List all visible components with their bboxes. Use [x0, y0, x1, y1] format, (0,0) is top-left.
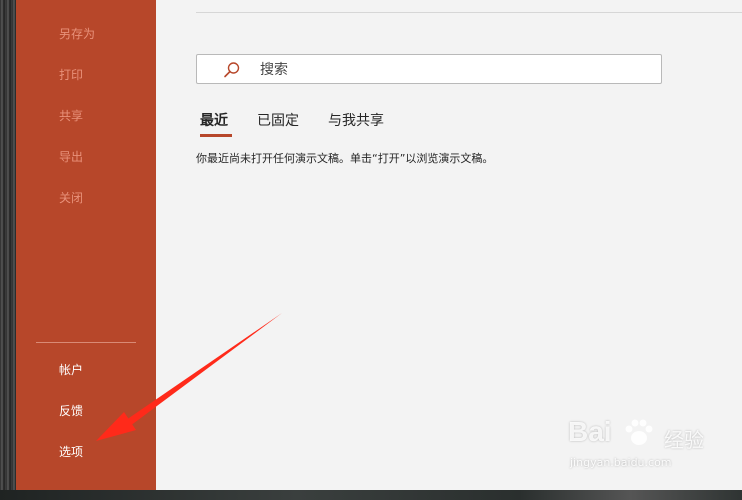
sidebar-item-account[interactable]: 帐户: [16, 356, 156, 384]
search-input[interactable]: 搜索: [196, 54, 662, 84]
search-icon: [224, 62, 240, 78]
open-panel: 搜索 最近 已固定 与我共享 你最近尚未打开任何演示文稿。单击“打开”以浏览演示…: [156, 0, 742, 490]
sidebar-item-options[interactable]: 选项: [16, 438, 156, 466]
empty-recent-message: 你最近尚未打开任何演示文稿。单击“打开”以浏览演示文稿。: [196, 152, 494, 165]
sidebar-item-feedback[interactable]: 反馈: [16, 397, 156, 425]
sidebar-item-export[interactable]: 导出: [16, 143, 156, 171]
tab-recent[interactable]: 最近: [200, 108, 228, 134]
sidebar-item-share[interactable]: 共享: [16, 102, 156, 130]
header-divider: [196, 12, 742, 13]
tab-active-indicator: [200, 134, 232, 137]
tab-pinned[interactable]: 已固定: [257, 108, 299, 134]
backstage-sidebar: 另存为 打印 共享 导出 关闭 帐户 反馈 选项: [16, 0, 156, 490]
background-desktop-bottom: [0, 490, 742, 500]
sidebar-item-close[interactable]: 关闭: [16, 184, 156, 212]
background-desktop: [0, 0, 16, 500]
sidebar-item-print[interactable]: 打印: [16, 61, 156, 89]
sidebar-item-save-as[interactable]: 另存为: [16, 20, 156, 48]
sidebar-divider: [36, 342, 136, 343]
tab-shared-with-me[interactable]: 与我共享: [328, 108, 384, 134]
search-placeholder: 搜索: [260, 62, 288, 78]
